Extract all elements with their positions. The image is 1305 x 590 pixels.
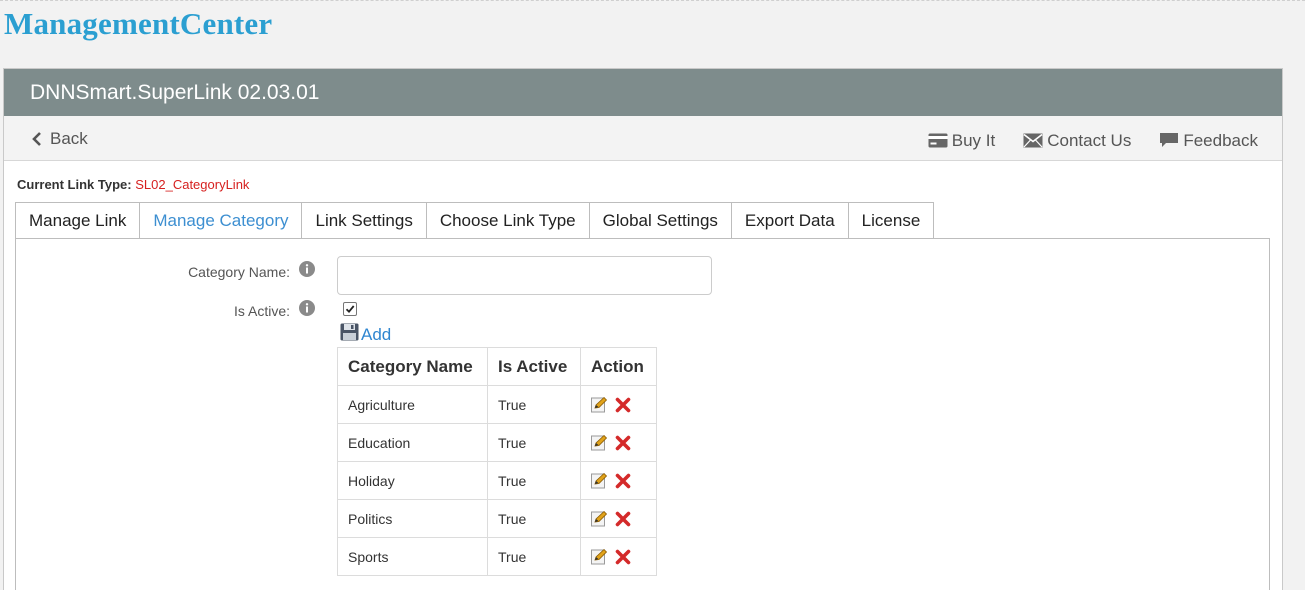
info-icon[interactable] xyxy=(299,261,315,282)
delete-icon[interactable] xyxy=(615,473,631,489)
tab-license[interactable]: License xyxy=(847,202,935,239)
add-label: Add xyxy=(361,324,392,344)
is-active-checkbox[interactable] xyxy=(343,302,357,316)
table-header-row: Category Name Is Active Action xyxy=(337,347,657,386)
column-header-action: Action xyxy=(580,347,657,386)
module-title: DNNSmart.SuperLink 02.03.01 xyxy=(4,69,1282,116)
info-icon[interactable] xyxy=(299,300,315,321)
tab-export-data[interactable]: Export Data xyxy=(730,202,848,239)
edit-icon[interactable] xyxy=(591,434,608,451)
cell-is-active: True xyxy=(487,461,581,500)
back-label: Back xyxy=(50,128,88,148)
cell-category-name: Politics xyxy=(337,499,488,538)
feedback-label: Feedback xyxy=(1183,130,1258,150)
back-button[interactable]: Back xyxy=(32,116,88,161)
category-name-row: Category Name: xyxy=(20,261,315,282)
is-active-label: Is Active: xyxy=(233,302,290,319)
delete-icon[interactable] xyxy=(615,397,631,413)
column-header-category-name: Category Name xyxy=(337,347,488,386)
contact-us-label: Contact Us xyxy=(1047,130,1132,150)
buy-it-label: Buy It xyxy=(951,130,996,150)
cell-category-name: Education xyxy=(337,423,488,462)
link-type-label: Current Link Type: xyxy=(17,177,132,192)
cell-category-name: Holiday xyxy=(337,461,488,500)
table-row: Holiday True xyxy=(337,461,657,500)
table-row: Agriculture True xyxy=(337,385,657,424)
category-name-input[interactable] xyxy=(337,256,712,295)
column-header-is-active: Is Active xyxy=(487,347,581,386)
toolbar: Back Buy It Contact Us Feedback xyxy=(4,116,1282,161)
buy-it-button[interactable]: Buy It xyxy=(928,131,995,151)
tab-link-settings[interactable]: Link Settings xyxy=(301,202,426,239)
cell-is-active: True xyxy=(487,537,581,576)
cell-action xyxy=(580,461,657,500)
link-type-value: SL02_CategoryLink xyxy=(135,177,250,192)
chevron-left-icon xyxy=(32,131,42,146)
cell-category-name: Sports xyxy=(337,537,488,576)
add-button[interactable]: Add xyxy=(340,323,391,346)
delete-icon[interactable] xyxy=(615,435,631,451)
delete-icon[interactable] xyxy=(615,549,631,565)
edit-icon[interactable] xyxy=(591,548,608,565)
cell-action xyxy=(580,423,657,462)
module-panel: DNNSmart.SuperLink 02.03.01 Back Buy It … xyxy=(3,68,1283,590)
table-row: Politics True xyxy=(337,499,657,538)
tab-global-settings[interactable]: Global Settings xyxy=(588,202,731,239)
edit-icon[interactable] xyxy=(591,396,608,413)
cell-action xyxy=(580,499,657,538)
cell-is-active: True xyxy=(487,423,581,462)
category-name-label: Category Name: xyxy=(188,263,290,280)
tab-bar: Manage Link Manage Category Link Setting… xyxy=(15,202,935,239)
category-table: Category Name Is Active Action Agricultu… xyxy=(337,347,657,576)
cell-is-active: True xyxy=(487,499,581,538)
cell-action xyxy=(580,385,657,424)
contact-us-button[interactable]: Contact Us xyxy=(1023,131,1131,151)
credit-card-icon xyxy=(928,133,948,148)
table-row: Education True xyxy=(337,423,657,462)
checkmark-icon xyxy=(345,305,355,314)
edit-icon[interactable] xyxy=(591,472,608,489)
tab-manage-link[interactable]: Manage Link xyxy=(15,202,140,239)
cell-is-active: True xyxy=(487,385,581,424)
current-link-type: Current Link Type: SL02_CategoryLink xyxy=(17,177,249,192)
cell-action xyxy=(580,537,657,576)
tab-content: Category Name: Is Active: Add Category N… xyxy=(15,238,1270,590)
feedback-button[interactable]: Feedback xyxy=(1159,131,1258,151)
tab-choose-link-type[interactable]: Choose Link Type xyxy=(425,202,589,239)
tab-manage-category[interactable]: Manage Category xyxy=(139,202,302,239)
top-divider xyxy=(0,0,1305,1)
delete-icon[interactable] xyxy=(615,511,631,527)
is-active-row: Is Active: xyxy=(20,300,315,321)
edit-icon[interactable] xyxy=(591,510,608,527)
comment-icon xyxy=(1159,132,1179,149)
site-title: ManagementCenter xyxy=(4,6,273,41)
envelope-icon xyxy=(1023,133,1043,148)
save-disk-icon xyxy=(340,323,359,346)
cell-category-name: Agriculture xyxy=(337,385,488,424)
table-row: Sports True xyxy=(337,537,657,576)
